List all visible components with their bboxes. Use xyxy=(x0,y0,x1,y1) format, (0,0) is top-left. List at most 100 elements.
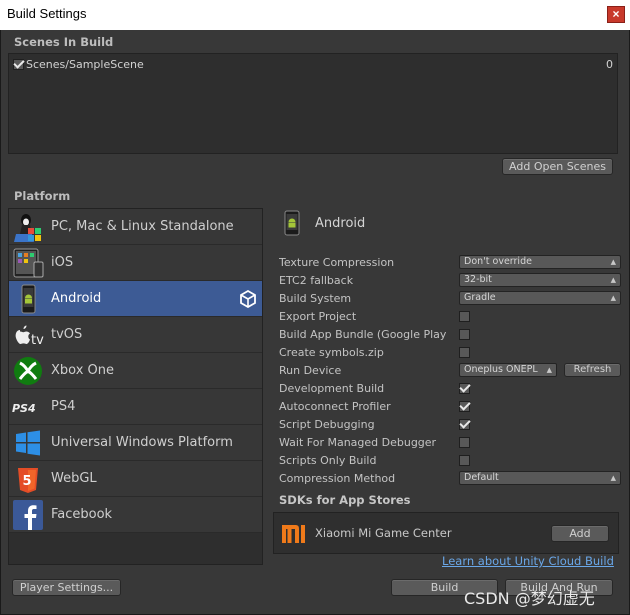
window-title: Build Settings xyxy=(7,6,87,21)
android-title: Android xyxy=(315,216,366,231)
sdk-name: Xiaomi Mi Game Center xyxy=(315,526,452,540)
dropdown-arrow-icon: ▲▼ xyxy=(610,258,616,266)
texture-compression-label: Texture Compression xyxy=(279,256,395,269)
ps4-icon: PS4 xyxy=(12,402,36,415)
scene-row[interactable]: Scenes/SampleScene 0 xyxy=(11,57,613,73)
platform-item-ps4[interactable]: PS4 PS4 xyxy=(9,389,262,425)
platform-item-facebook[interactable]: Facebook xyxy=(9,497,262,533)
refresh-button[interactable]: Refresh xyxy=(564,363,621,377)
windows-icon xyxy=(16,430,40,456)
autoconnect-profiler-checkbox[interactable] xyxy=(459,401,470,412)
scene-index: 0 xyxy=(606,58,613,71)
scripts-only-build-label: Scripts Only Build xyxy=(279,454,377,467)
platform-item-android[interactable]: Android xyxy=(9,281,262,317)
build-system-dropdown[interactable]: Gradle ▲▼ xyxy=(459,291,621,305)
sdk-add-button[interactable]: Add xyxy=(551,525,609,542)
autoconnect-profiler-label: Autoconnect Profiler xyxy=(279,400,391,413)
compression-method-row: Compression Method Default ▲▼ xyxy=(279,470,621,488)
svg-text:PS4: PS4 xyxy=(12,402,36,415)
close-button[interactable]: × xyxy=(607,6,625,23)
autoconnect-profiler-row: Autoconnect Profiler xyxy=(279,398,619,416)
platform-item-xbox-one[interactable]: Xbox One xyxy=(9,353,262,389)
script-debugging-row: Script Debugging xyxy=(279,416,619,434)
platform-label-facebook: Facebook xyxy=(51,507,113,522)
etc2-fallback-row: ETC2 fallback 32-bit ▲▼ xyxy=(279,272,621,290)
player-settings-button[interactable]: Player Settings... xyxy=(12,579,121,596)
svg-text:tv: tv xyxy=(31,333,44,348)
development-build-checkbox[interactable] xyxy=(459,383,470,394)
dropdown-arrow-icon: ▲▼ xyxy=(546,366,552,374)
platform-label-tvos: tvOS xyxy=(51,327,83,342)
ios-icon xyxy=(13,248,44,278)
create-symbols-checkbox[interactable] xyxy=(459,347,470,358)
platform-label-android: Android xyxy=(51,291,102,306)
platform-item-tvos[interactable]: tv tvOS xyxy=(9,317,262,353)
development-build-label: Development Build xyxy=(279,382,385,395)
scripts-only-build-checkbox[interactable] xyxy=(459,455,470,466)
export-project-checkbox[interactable] xyxy=(459,311,470,322)
android-header-icon xyxy=(284,210,300,236)
platform-label-uwp: Universal Windows Platform xyxy=(51,435,233,450)
build-app-bundle-label: Build App Bundle (Google Play) xyxy=(279,328,447,341)
sdk-item-xiaomi: Xiaomi Mi Game Center Add xyxy=(273,512,619,554)
svg-text:5: 5 xyxy=(23,474,32,489)
add-open-scenes-button[interactable]: Add Open Scenes xyxy=(502,158,613,175)
platform-label-webgl: WebGL xyxy=(51,471,97,486)
build-system-value: Gradle xyxy=(464,292,496,303)
title-bar: Build Settings × xyxy=(0,0,630,30)
unity-icon xyxy=(240,290,256,308)
texture-compression-value: Don't override xyxy=(464,256,532,267)
etc2-fallback-dropdown[interactable]: 32-bit ▲▼ xyxy=(459,273,621,287)
platform-item-webgl[interactable]: 5 WebGL xyxy=(9,461,262,497)
platform-label-ps4: PS4 xyxy=(51,399,76,414)
platform-item-uwp[interactable]: Universal Windows Platform xyxy=(9,425,262,461)
tvos-icon: tv xyxy=(15,325,44,348)
android-settings-panel: Android Texture Compression Don't overri… xyxy=(270,205,622,565)
wait-managed-debugger-label: Wait For Managed Debugger xyxy=(279,436,437,449)
html5-icon: 5 xyxy=(18,468,38,493)
export-project-label: Export Project xyxy=(279,310,357,323)
wait-managed-debugger-row: Wait For Managed Debugger xyxy=(279,434,619,452)
development-build-row: Development Build xyxy=(279,380,619,398)
xiaomi-icon xyxy=(282,525,305,543)
platform-label-standalone: PC, Mac & Linux Standalone xyxy=(51,219,234,234)
texture-compression-row: Texture Compression Don't override ▲▼ xyxy=(279,254,621,272)
build-system-row: Build System Gradle ▲▼ xyxy=(279,290,621,308)
texture-compression-dropdown[interactable]: Don't override ▲▼ xyxy=(459,255,621,269)
run-device-value: Oneplus ONEPL xyxy=(464,364,538,375)
wait-managed-debugger-checkbox[interactable] xyxy=(459,437,470,448)
create-symbols-label: Create symbols.zip xyxy=(279,346,384,359)
platform-list: PC, Mac & Linux Standalone iOS Android t… xyxy=(8,208,263,565)
script-debugging-label: Script Debugging xyxy=(279,418,375,431)
compression-method-dropdown[interactable]: Default ▲▼ xyxy=(459,471,621,485)
unity-cloud-build-link[interactable]: Learn about Unity Cloud Build xyxy=(442,554,614,568)
close-icon: × xyxy=(612,7,620,21)
build-app-bundle-row: Build App Bundle (Google Play) xyxy=(279,326,619,344)
platform-label-ios: iOS xyxy=(51,255,74,270)
dropdown-arrow-icon: ▲▼ xyxy=(610,276,616,284)
build-system-label: Build System xyxy=(279,292,352,305)
etc2-fallback-value: 32-bit xyxy=(464,274,492,285)
android-icon xyxy=(21,284,36,314)
script-debugging-checkbox[interactable] xyxy=(459,419,470,430)
run-device-row: Run Device Oneplus ONEPL ▲▼ Refresh xyxy=(279,362,621,380)
scene-checkbox[interactable] xyxy=(13,59,24,70)
platform-item-ios[interactable]: iOS xyxy=(9,245,262,281)
run-device-dropdown[interactable]: Oneplus ONEPL ▲▼ xyxy=(459,363,557,377)
export-project-row: Export Project xyxy=(279,308,619,326)
pc-mac-linux-icon xyxy=(14,214,41,242)
platform-label: Platform xyxy=(14,189,71,203)
scene-name: Scenes/SampleScene xyxy=(26,58,144,71)
compression-method-value: Default xyxy=(464,472,499,483)
sdks-title: SDKs for App Stores xyxy=(279,493,411,507)
build-app-bundle-checkbox[interactable] xyxy=(459,329,470,340)
run-device-label: Run Device xyxy=(279,364,342,377)
platform-item-standalone[interactable]: PC, Mac & Linux Standalone xyxy=(9,209,262,245)
scenes-in-build-label: Scenes In Build xyxy=(14,35,114,49)
platform-label-xbox-one: Xbox One xyxy=(51,363,115,378)
facebook-icon xyxy=(13,500,43,530)
etc2-fallback-label: ETC2 fallback xyxy=(279,274,354,287)
dropdown-arrow-icon: ▲▼ xyxy=(610,294,616,302)
scenes-list[interactable]: Scenes/SampleScene 0 xyxy=(8,53,618,154)
csdn-watermark: CSDN @梦幻虚无 xyxy=(464,589,595,608)
